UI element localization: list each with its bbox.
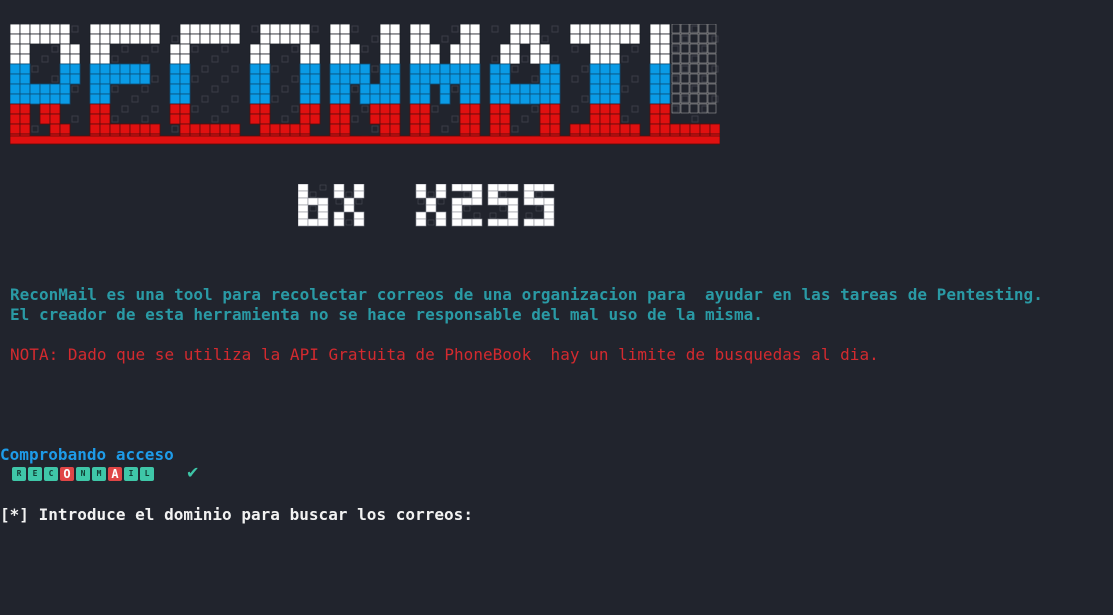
reconmail-badge: RECONMAIL (12, 467, 154, 481)
badge-letter-e-1: E (28, 467, 42, 481)
badge-letter-a-6: A (108, 467, 122, 481)
badge-letter-r-0: R (12, 467, 26, 481)
badge-letter-m-5: M (92, 467, 106, 481)
description-line-2: El creador de esta herramienta no se hac… (10, 305, 763, 324)
badge-letter-l-8: L (140, 467, 154, 481)
domain-input-prompt[interactable]: [*] Introduce el dominio para buscar los… (0, 505, 473, 525)
reconmail-ascii-banner (10, 24, 720, 145)
badge-letter-i-7: I (124, 467, 138, 481)
badge-letter-n-4: N (76, 467, 90, 481)
by-x255-signature (298, 184, 555, 227)
badge-letter-c-2: C (44, 467, 58, 481)
check-icon: ✔ (186, 463, 200, 482)
api-limit-note: NOTA: Dado que se utiliza la API Gratuit… (10, 345, 879, 364)
checking-access-status: Comprobando acceso (0, 445, 174, 464)
description-line-1: ReconMail es una tool para recolectar co… (10, 285, 1043, 304)
badge-letter-o-3: O (60, 467, 74, 481)
